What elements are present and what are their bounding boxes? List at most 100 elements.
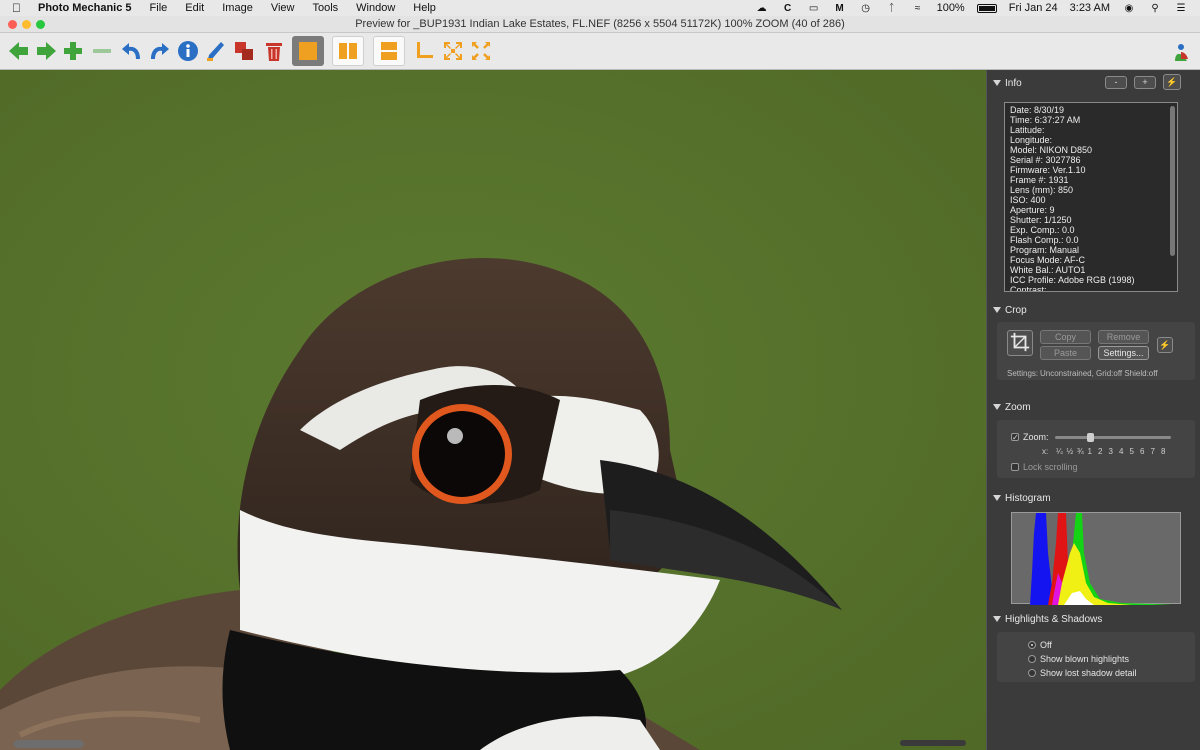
info-line: Lens (mm): 850 xyxy=(1010,185,1074,195)
delete-button[interactable] xyxy=(259,36,289,66)
zoom-section-header[interactable]: Zoom xyxy=(993,400,1031,414)
app-logo-button[interactable] xyxy=(1166,36,1196,66)
time-machine-icon[interactable]: ◷ xyxy=(859,3,873,14)
expand-button[interactable] xyxy=(466,36,496,66)
side-by-side-button[interactable] xyxy=(332,36,364,66)
highlights-section-header[interactable]: Highlights & Shadows xyxy=(993,612,1102,626)
stacked-view-button[interactable] xyxy=(373,36,405,66)
crop-tool-button[interactable] xyxy=(1007,330,1033,356)
remove-button[interactable] xyxy=(87,36,117,66)
previous-icon xyxy=(9,42,28,60)
zoom-label: Zoom: xyxy=(1023,432,1049,442)
menu-help[interactable]: Help xyxy=(413,2,436,14)
show-lost-shadow-radio[interactable] xyxy=(1028,669,1036,677)
crop-paste-button[interactable]: Paste xyxy=(1040,346,1091,360)
info-lightning-button[interactable]: ⚡ xyxy=(1163,74,1181,90)
bluetooth-icon[interactable]: ᛏ xyxy=(885,3,899,14)
info-line: Shutter: 1/1250 xyxy=(1010,215,1072,225)
menubar-time[interactable]: 3:23 AM xyxy=(1070,2,1110,14)
zoom-tick-label[interactable]: ¼ xyxy=(1056,447,1063,456)
info-line: Model: NIKON D850 xyxy=(1010,145,1093,155)
c-icon[interactable]: C xyxy=(781,3,795,14)
copy-button[interactable] xyxy=(229,36,259,66)
crop-lightning-button[interactable]: ⚡ xyxy=(1157,337,1173,353)
lock-scrolling-checkbox[interactable] xyxy=(1011,463,1019,471)
info-minus-button[interactable]: - xyxy=(1105,76,1127,89)
zoom-tick-label[interactable]: 1 xyxy=(1088,447,1092,456)
creative-cloud-icon[interactable]: ☁ xyxy=(755,3,769,14)
copy-icon xyxy=(235,42,253,60)
zoom-tick-label[interactable]: 6 xyxy=(1140,447,1144,456)
next-icon xyxy=(37,42,56,60)
menubar-date[interactable]: Fri Jan 24 xyxy=(1009,2,1058,14)
zoom-x-label: x: xyxy=(1042,447,1049,456)
fit-icon xyxy=(444,42,462,60)
info-section-header[interactable]: Info xyxy=(993,76,1022,90)
zoom-tick-label[interactable]: 8 xyxy=(1161,447,1165,456)
highlights-off-radio[interactable] xyxy=(1028,641,1036,649)
menu-window[interactable]: Window xyxy=(356,2,395,14)
info-line: Exp. Comp.: 0.0 xyxy=(1010,225,1075,235)
info-plus-button[interactable]: + xyxy=(1134,76,1156,89)
rotate-right-button[interactable] xyxy=(144,36,174,66)
info-button[interactable] xyxy=(173,36,203,66)
zoom-tick-label[interactable]: 5 xyxy=(1130,447,1134,456)
menu-tools[interactable]: Tools xyxy=(312,2,338,14)
image-preview[interactable] xyxy=(0,70,986,750)
info-header-label: Info xyxy=(1005,77,1022,89)
menu-bar:  Photo Mechanic 5 File Edit Image View … xyxy=(0,0,1200,16)
crop-copy-button[interactable]: Copy xyxy=(1040,330,1091,344)
menu-image[interactable]: Image xyxy=(222,2,253,14)
crop-remove-button[interactable]: Remove xyxy=(1098,330,1149,344)
zoom-checkbox[interactable]: ✓ xyxy=(1011,433,1019,442)
previous-button[interactable] xyxy=(4,36,34,66)
search-icon[interactable]: ⚲ xyxy=(1148,3,1162,14)
info-line: Aperture: 9 xyxy=(1010,205,1055,215)
next-button[interactable] xyxy=(31,36,61,66)
malwarebytes-icon[interactable]: M xyxy=(833,3,847,14)
control-center-icon[interactable]: ☰ xyxy=(1174,3,1188,14)
zoom-tick-label[interactable]: 7 xyxy=(1151,447,1155,456)
menu-app-name[interactable]: Photo Mechanic 5 xyxy=(38,2,132,14)
info-line: Serial #: 3027786 xyxy=(1010,155,1081,165)
trash-icon xyxy=(266,43,282,61)
zoom-tick-label[interactable]: ½ xyxy=(1067,447,1074,456)
crop-corner-button[interactable] xyxy=(409,36,439,66)
horizontal-scrollbar[interactable] xyxy=(900,740,966,746)
zoom-slider-track[interactable] xyxy=(1055,436,1171,439)
crop-settings-button[interactable]: Settings... xyxy=(1098,346,1149,360)
airplay-icon[interactable]: ▭ xyxy=(807,3,821,14)
rotate-right-icon xyxy=(151,43,169,59)
crop-icon xyxy=(1010,332,1030,352)
menu-file[interactable]: File xyxy=(150,2,168,14)
apple-menu-icon[interactable]:  xyxy=(12,1,30,15)
menu-view[interactable]: View xyxy=(271,2,295,14)
wifi-icon[interactable]: ≈ xyxy=(911,3,925,14)
zoom-tick-label[interactable]: 3 xyxy=(1109,447,1113,456)
user-icon[interactable]: ◉ xyxy=(1122,3,1136,14)
crop-section-header[interactable]: Crop xyxy=(993,303,1027,317)
battery-icon[interactable] xyxy=(976,3,997,13)
rotate-left-button[interactable] xyxy=(117,36,147,66)
show-blown-highlights-radio[interactable] xyxy=(1028,655,1036,663)
filmstrip-scroll-handle[interactable] xyxy=(14,740,84,748)
crop-corner-icon xyxy=(417,42,433,58)
info-line: Frame #: 1931 xyxy=(1010,175,1069,185)
menu-edit[interactable]: Edit xyxy=(185,2,204,14)
disclosure-triangle-icon xyxy=(993,495,1001,501)
zoom-tick-label[interactable]: 4 xyxy=(1119,447,1123,456)
single-view-button[interactable] xyxy=(292,36,324,66)
histogram-section-header[interactable]: Histogram xyxy=(993,491,1051,505)
info-scrollbar[interactable] xyxy=(1170,106,1175,256)
fit-button[interactable] xyxy=(438,36,468,66)
info-line: White Bal.: AUTO1 xyxy=(1010,265,1086,275)
toolbar xyxy=(0,33,1200,70)
zoom-slider-knob[interactable] xyxy=(1086,433,1094,442)
zoom-tick-label[interactable]: ¾ xyxy=(1077,447,1084,456)
edit-button[interactable] xyxy=(201,36,231,66)
edit-icon xyxy=(207,42,224,61)
zoom-tick-label[interactable]: 2 xyxy=(1098,447,1102,456)
info-metadata-box[interactable]: Date: 8/30/19 Time: 6:37:27 AM Latitude: Lo… xyxy=(1004,102,1178,292)
add-button[interactable] xyxy=(58,36,88,66)
histogram-graph xyxy=(1011,512,1181,605)
